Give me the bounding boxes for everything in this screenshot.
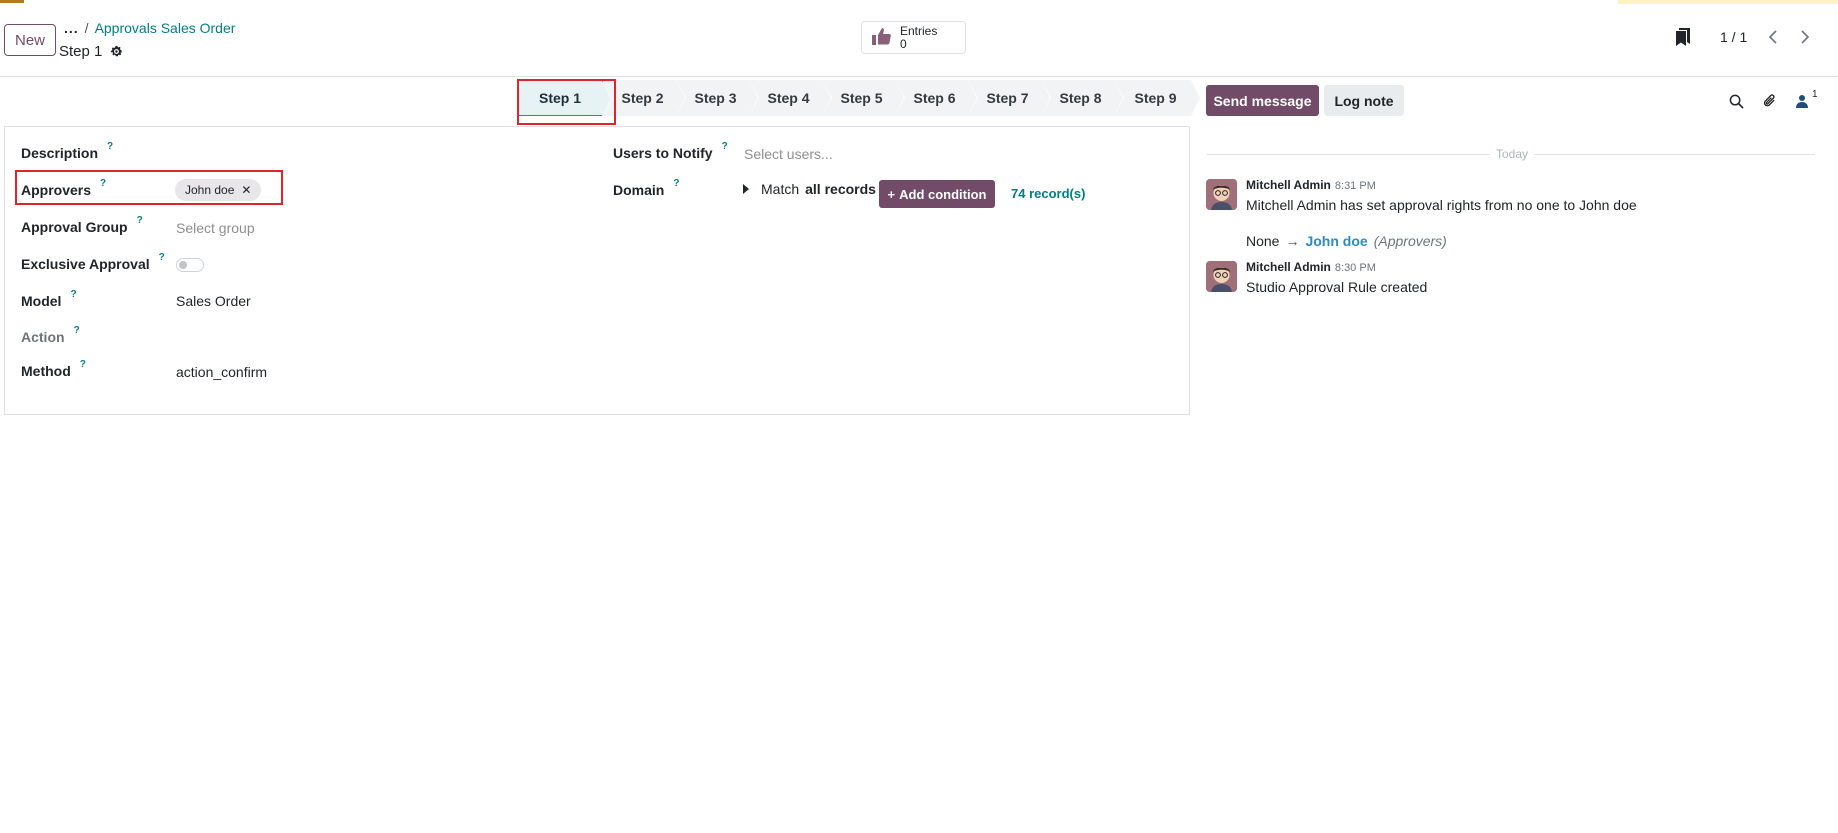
step-4-label: Step 4 [767, 90, 810, 106]
breadcrumb-approvals-sales-order[interactable]: Approvals Sales Order [95, 20, 236, 36]
caret-right-icon[interactable] [743, 184, 749, 194]
step-8-label: Step 8 [1059, 90, 1102, 106]
approvers-highlight-box [15, 170, 283, 205]
followers-icon[interactable] [1793, 92, 1811, 110]
step-8[interactable]: Step 8 [1041, 80, 1124, 116]
approval-group-label: Approval Group? [21, 215, 143, 235]
help-icon[interactable]: ? [159, 252, 165, 263]
entries-count: 0 [900, 36, 907, 51]
method-value[interactable]: action_confirm [176, 364, 267, 380]
help-icon[interactable]: ? [70, 289, 76, 300]
model-value[interactable]: Sales Order [176, 293, 251, 309]
message-author-name: Mitchell Admin [1246, 260, 1331, 274]
help-icon[interactable]: ? [80, 359, 86, 370]
search-icon[interactable] [1727, 92, 1745, 110]
step-2-label: Step 2 [621, 90, 664, 106]
breadcrumb-separator: / [84, 20, 89, 36]
bookmark-icon[interactable] [1676, 28, 1690, 49]
date-separator: Today [1490, 147, 1535, 161]
message-body: Mitchell Admin has set approval rights f… [1246, 197, 1637, 213]
thumbs-up-icon [872, 27, 892, 48]
log-note-button[interactable]: Log note [1324, 85, 1404, 116]
step-6-label: Step 6 [913, 90, 956, 106]
step-7-label: Step 7 [986, 90, 1029, 106]
top-strip-left [0, 0, 24, 3]
step-4[interactable]: Step 4 [749, 80, 832, 116]
users-to-notify-input[interactable]: Select users... [744, 146, 833, 162]
gear-icon[interactable] [110, 45, 123, 58]
step-6[interactable]: Step 6 [895, 80, 978, 116]
records-count-link[interactable]: 74 record(s) [1011, 186, 1085, 201]
step-7[interactable]: Step 7 [968, 80, 1051, 116]
domain-match-text: Match [761, 181, 800, 197]
domain-label-text: Domain [613, 182, 665, 198]
domain-all-records: all records [805, 181, 876, 197]
users-to-notify-label-text: Users to Notify [613, 145, 713, 161]
domain-summary[interactable]: Match all records [743, 181, 876, 197]
paperclip-icon[interactable] [1760, 92, 1778, 110]
step-9[interactable]: Step 9 [1114, 80, 1201, 116]
users-to-notify-label: Users to Notify? [613, 141, 728, 161]
toggle-knob [179, 261, 187, 269]
step-3-label: Step 3 [694, 90, 737, 106]
add-condition-button[interactable]: + Add condition [879, 180, 995, 208]
step-1-label: Step 1 [538, 90, 581, 106]
message-author: Mitchell Admin 8:30 PM [1246, 260, 1376, 274]
breadcrumb-more[interactable]: ... [64, 20, 79, 36]
help-icon[interactable]: ? [107, 141, 113, 152]
description-label: Description? [21, 141, 113, 161]
exclusive-approval-toggle[interactable] [176, 258, 204, 272]
control-panel: New ... / Approvals Sales Order Step 1 E… [0, 0, 1838, 77]
message-body: Studio Approval Rule created [1246, 279, 1428, 295]
domain-label: Domain? [613, 178, 679, 198]
exclusive-approval-label-text: Exclusive Approval [21, 256, 150, 272]
help-icon[interactable]: ? [722, 141, 728, 152]
message-author-name: Mitchell Admin [1246, 178, 1331, 192]
model-label-text: Model [21, 293, 62, 309]
help-icon[interactable]: ? [137, 215, 143, 226]
approval-group-label-text: Approval Group [21, 219, 128, 235]
tracking-field-name: (Approvers) [1373, 233, 1447, 249]
send-message-button[interactable]: Send message [1206, 85, 1319, 116]
avatar[interactable] [1206, 261, 1237, 292]
pager-value[interactable]: 1 / 1 [1720, 29, 1747, 45]
step-9-label: Step 9 [1134, 90, 1177, 106]
plus-icon: + [887, 186, 896, 202]
pager-next-icon[interactable] [1793, 25, 1817, 49]
method-label-text: Method [21, 363, 71, 379]
step-5[interactable]: Step 5 [822, 80, 905, 116]
new-button[interactable]: New [4, 24, 56, 56]
entries-label: Entries [900, 23, 938, 38]
status-bar: Step 1 Step 2 Step 3 Step 4 Step 5 Step … [517, 80, 1201, 117]
breadcrumb: ... / Approvals Sales Order [64, 20, 235, 36]
description-label-text: Description [21, 145, 99, 161]
help-icon[interactable]: ? [74, 325, 80, 336]
entries-smart-button[interactable]: Entries 0 [861, 21, 966, 54]
top-strip [1618, 0, 1838, 4]
followers-count: 1 [1812, 89, 1818, 100]
step-3[interactable]: Step 3 [676, 80, 759, 116]
add-condition-label: Add condition [899, 186, 987, 202]
pager-previous-icon[interactable] [1761, 25, 1785, 49]
tracking-value: None → John doe (Approvers) [1246, 233, 1447, 249]
exclusive-approval-label: Exclusive Approval? [21, 252, 165, 272]
arrow-right-icon: → [1285, 233, 1300, 249]
record-title: Step 1 [59, 43, 123, 60]
action-label: Action? [21, 325, 80, 345]
approval-group-input[interactable]: Select group [176, 220, 255, 236]
step-5-label: Step 5 [840, 90, 883, 106]
message-time: 8:30 PM [1334, 262, 1376, 274]
help-icon[interactable]: ? [673, 178, 679, 189]
message-author: Mitchell Admin 8:31 PM [1246, 178, 1376, 192]
tracking-old-value: None [1246, 233, 1280, 249]
action-label-text: Action [21, 329, 65, 345]
record-title-text: Step 1 [59, 43, 103, 60]
message-time: 8:31 PM [1334, 180, 1376, 192]
tracking-new-value: John doe [1305, 233, 1368, 249]
avatar[interactable] [1206, 179, 1237, 210]
model-label: Model? [21, 289, 77, 309]
method-label: Method? [21, 359, 86, 379]
